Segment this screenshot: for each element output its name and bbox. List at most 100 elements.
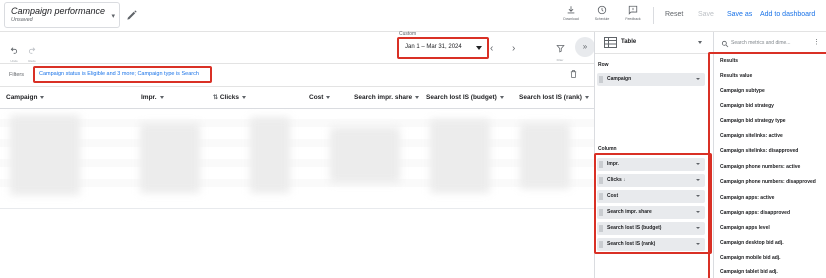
metrics-search-input[interactable]: Search metrics and dime... ⋮: [718, 36, 822, 51]
table-row: [0, 139, 594, 147]
more-options-icon[interactable]: ⋮: [813, 38, 820, 46]
caret-down-icon: [696, 243, 700, 245]
filters-label: Filters: [9, 72, 24, 78]
metric-item[interactable]: Campaign bid strategy: [720, 103, 774, 109]
sort-caret-icon: [242, 95, 246, 99]
drag-handle-icon[interactable]: [599, 76, 603, 83]
metric-item[interactable]: Campaign subtype: [720, 88, 765, 94]
schedule-button[interactable]: Schedule: [589, 5, 615, 21]
download-label: Download: [563, 17, 579, 21]
metric-item[interactable]: Results value: [720, 73, 752, 79]
undo-button[interactable]: Undo: [8, 41, 20, 63]
search-placeholder: Search metrics and dime...: [731, 40, 791, 46]
drag-handle-icon[interactable]: [599, 193, 603, 200]
date-range-picker[interactable]: Jan 1 – Mar 31, 2024: [397, 37, 489, 59]
filter-label: Filter: [556, 58, 564, 62]
chip-label: Cost: [607, 193, 619, 199]
feedback-button[interactable]: Feedback: [620, 5, 646, 21]
reset-button[interactable]: Reset: [665, 11, 683, 18]
collapse-panel-button[interactable]: »: [575, 37, 595, 57]
column-header-cost[interactable]: Cost: [309, 94, 331, 101]
visualization-label: Table: [621, 39, 637, 45]
column-header-campaign[interactable]: Campaign: [6, 94, 45, 101]
active-filters[interactable]: Campaign status is Eligible and 3 more; …: [33, 66, 212, 83]
caret-down-icon: [696, 211, 700, 213]
drag-handle-icon[interactable]: [599, 225, 603, 232]
add-to-dashboard-button[interactable]: Add to dashboard: [760, 11, 815, 18]
next-period-icon[interactable]: ›: [512, 44, 515, 54]
drag-handle-icon[interactable]: [599, 161, 603, 168]
column-header-search-impr-share[interactable]: Search impr. share: [354, 94, 420, 101]
save-button[interactable]: Save: [698, 11, 714, 18]
metric-item[interactable]: Campaign desktop bid adj.: [720, 240, 784, 246]
chip-label: Campaign: [607, 76, 632, 82]
schedule-label: Schedule: [594, 17, 610, 21]
chip-label: Search impr. share: [607, 209, 652, 215]
metric-item[interactable]: Campaign apps: disapproved: [720, 210, 790, 216]
download-icon: [567, 6, 575, 14]
metric-item[interactable]: Campaign sitelinks: active: [720, 133, 783, 139]
column-chip-lost-is-budget[interactable]: Search lost IS (budget): [597, 222, 705, 235]
metric-item[interactable]: Campaign apps level: [720, 225, 770, 231]
blurred-cell: [330, 127, 400, 183]
column-header-lost-is-budget[interactable]: Search lost IS (budget): [426, 94, 504, 101]
column-chip-cost[interactable]: Cost: [597, 190, 705, 203]
previous-period-icon[interactable]: ‹: [490, 44, 493, 54]
caret-down-icon: [476, 46, 482, 50]
top-bar: Campaign performance Unsaved ▾ Download …: [0, 0, 826, 32]
sort-caret-icon: [326, 95, 331, 99]
column-chip-clicks[interactable]: Clicks ↓: [597, 174, 705, 187]
pencil-icon[interactable]: [125, 8, 139, 22]
column-header-lost-is-rank[interactable]: Search lost IS (rank): [519, 94, 589, 101]
metric-item[interactable]: Campaign bid strategy type: [720, 118, 786, 124]
caret-down-icon: [696, 78, 700, 80]
sort-caret-icon: [499, 95, 504, 99]
metric-item[interactable]: Campaign phone numbers: disapproved: [720, 179, 816, 185]
column-header-label: Search lost IS (budget): [426, 94, 497, 101]
download-button[interactable]: Download: [558, 5, 584, 21]
column-chip-lost-is-rank[interactable]: Search lost IS (rank): [597, 238, 705, 251]
search-icon: [721, 40, 729, 48]
drag-handle-icon[interactable]: [599, 209, 603, 216]
save-as-button[interactable]: Save as: [727, 11, 752, 18]
report-name-field[interactable]: Campaign performance Unsaved ▾: [4, 2, 120, 28]
metric-item[interactable]: Results: [720, 58, 738, 64]
trash-icon[interactable]: [569, 69, 578, 79]
chip-label: Search lost IS (budget): [607, 225, 662, 231]
caret-down-icon: [698, 41, 702, 44]
toolbar-divider: [653, 7, 654, 24]
column-header-label: Cost: [309, 94, 324, 101]
row-section-label: Row: [598, 62, 609, 68]
column-header-clicks[interactable]: ⇅ Clicks: [213, 94, 246, 101]
metric-item[interactable]: Campaign mobile bid adj.: [720, 255, 781, 261]
sort-caret-icon: [415, 95, 420, 99]
metric-item[interactable]: Campaign sitelinks: disapproved: [720, 148, 798, 154]
caret-down-icon: [696, 163, 700, 165]
table-row: [0, 159, 594, 167]
metric-item[interactable]: Campaign tablet bid adj.: [720, 269, 778, 275]
sort-caret-icon: [584, 95, 589, 99]
filters-bar: Filters Campaign status is Eligible and …: [0, 64, 594, 87]
sort-caret-icon: [40, 95, 45, 99]
chip-label-text: Clicks: [607, 177, 622, 183]
metric-item[interactable]: Campaign phone numbers: active: [720, 164, 800, 170]
date-range-value: Jan 1 – Mar 31, 2024: [405, 44, 462, 50]
visualization-selector[interactable]: Table: [595, 32, 710, 54]
table-row: [0, 179, 594, 187]
report-title: Campaign performance: [11, 6, 106, 16]
column-header-impr[interactable]: Impr.: [141, 94, 164, 101]
column-chip-search-impr-share[interactable]: Search impr. share: [597, 206, 705, 219]
blurred-cell: [430, 119, 490, 193]
report-toolbar: Undo Redo: [0, 32, 594, 64]
filter-button[interactable]: Filter: [552, 40, 568, 62]
redo-button[interactable]: Redo: [26, 41, 38, 63]
column-header-label: Impr.: [141, 94, 157, 101]
drag-handle-icon[interactable]: [599, 177, 603, 184]
blurred-cell: [520, 123, 570, 189]
drag-handle-icon[interactable]: [599, 241, 603, 248]
row-chip-campaign[interactable]: Campaign: [597, 73, 705, 86]
sort-arrow-icon: ⇅: [213, 95, 219, 101]
column-chip-impr[interactable]: Impr.: [597, 158, 705, 171]
sort-down-icon: ↓: [623, 177, 626, 183]
metric-item[interactable]: Campaign apps: active: [720, 195, 774, 201]
